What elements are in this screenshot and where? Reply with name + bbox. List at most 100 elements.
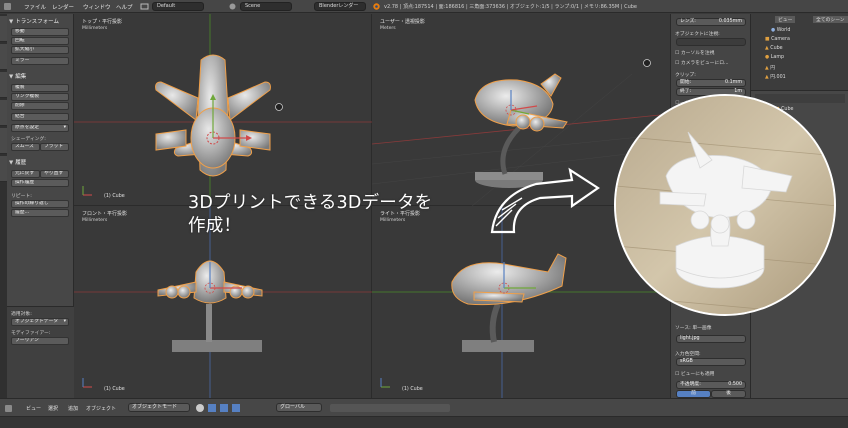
tab-tools[interactable] [0, 16, 7, 42]
apply-target-select[interactable]: オブジェクトデータ ▾ [11, 318, 69, 326]
outliner-item-cube[interactable]: ▲ Cube [765, 46, 783, 51]
mirror-button[interactable]: ミラー [11, 57, 69, 65]
scene-icon[interactable] [228, 2, 237, 11]
printed-model-photo [614, 94, 836, 316]
repeat-last-button[interactable]: 操作の繰り返し [11, 200, 69, 208]
tab-physics[interactable] [0, 128, 7, 154]
menu-object[interactable]: オブジェクト [86, 405, 116, 412]
tab-all-scenes[interactable]: 全てのシーン [813, 16, 848, 23]
redo-button[interactable]: やり直す [40, 170, 69, 178]
viewport-top-ortho[interactable]: トップ・平行投影 Millimeters (1) Cube [74, 14, 372, 206]
menu-add[interactable]: 追加 [68, 405, 78, 412]
opacity-field[interactable]: 不透明度: 0.500 [676, 381, 746, 389]
source-label: ソース: 単一画像 [675, 326, 712, 331]
shading-label: シェーディング: [11, 137, 46, 142]
view-as-render-checkbox[interactable]: ☐ ビューにも適用 [675, 370, 714, 377]
history-panel-header[interactable]: ▼ 履歴 [9, 158, 72, 166]
outliner-item-lamp[interactable]: ● Lamp [765, 55, 784, 60]
undo-history-button[interactable]: 操作履歴 [11, 179, 69, 187]
mode-select[interactable]: オブジェクトモード [128, 403, 190, 412]
viewport-title: トップ・平行投影 [82, 19, 123, 25]
caption-line-1: 3Dプリントできる3Dデータを [188, 193, 433, 213]
timeline[interactable] [0, 416, 848, 428]
pivot-icon[interactable] [208, 404, 216, 412]
join-button[interactable]: 結合 [11, 113, 69, 121]
caption-line-2: 作成！ [188, 216, 242, 236]
top-menu-bar: ファイル レンダー ウィンドウ ヘルプ Default Scene Blende… [0, 0, 848, 13]
lamp-icon[interactable] [642, 58, 652, 68]
layer-buttons[interactable] [330, 404, 450, 412]
viewport-units: Meters [380, 26, 396, 31]
edit-panel-header[interactable]: ▼ 編集 [9, 72, 72, 80]
lock-camera-checkbox[interactable]: ☐ カメラをビューにロ... [675, 59, 729, 66]
viewport-units: Millimeters [82, 218, 108, 223]
outliner-item-world[interactable]: ● World [771, 28, 790, 33]
translate-icon[interactable] [232, 404, 240, 412]
menu-render[interactable]: レンダー [52, 3, 74, 11]
duplicate-button[interactable]: 複製 [11, 84, 69, 92]
color-space-label: 入力色空間: [675, 352, 701, 357]
clip-start-field[interactable]: 開始: 0.1mm [676, 79, 746, 87]
outliner-item-camera[interactable]: ■ Camera [765, 37, 790, 42]
outliner-item-circle-001[interactable]: ▲ 円.001 [765, 73, 786, 80]
repeat-history-button[interactable]: 履歴... [11, 209, 69, 217]
lens-field[interactable]: レンズ: 0.035mm [676, 18, 746, 26]
manipulator-icon[interactable] [220, 404, 228, 412]
active-object-label: (1) Cube [104, 194, 125, 199]
move-button[interactable]: 移動 [11, 28, 69, 36]
transform-panel-header[interactable]: ▼ トランスフォーム [9, 17, 72, 25]
promo-caption: 3Dプリントできる3Dデータを 作成！ [188, 192, 432, 238]
render-engine-field[interactable]: Blenderレンダー [314, 2, 366, 11]
front-toggle[interactable]: 前 [676, 390, 711, 398]
lock-object-field[interactable] [676, 38, 746, 46]
scene-field[interactable]: Scene [240, 2, 292, 11]
tab-grease-pencil[interactable] [0, 156, 7, 182]
image-file-field[interactable]: light.jpg [676, 335, 746, 343]
info-editor-icon[interactable] [3, 2, 12, 11]
airplane-model-right[interactable] [444, 252, 574, 362]
active-object-label: (1) Cube [402, 387, 423, 392]
menu-help[interactable]: ヘルプ [116, 3, 133, 11]
lock-cursor-checkbox[interactable]: ☐ カーソルを注視 [675, 49, 714, 56]
blender-logo-icon [373, 3, 380, 10]
shading-buttons[interactable] [196, 404, 256, 412]
outliner-item-circle[interactable]: ▲ 円 [765, 64, 775, 71]
menu-window[interactable]: ウィンドウ [83, 3, 111, 11]
tab-view-layer[interactable]: ビュー [775, 16, 796, 23]
editor-type-icon[interactable] [4, 404, 13, 413]
world-icon: ● [771, 28, 776, 33]
menu-file[interactable]: ファイル [24, 3, 46, 11]
axis-gizmo-icon [82, 186, 92, 196]
viewport-header: ビュー 選択 追加 オブジェクト オブジェクトモード グローバル [0, 398, 848, 416]
delete-button[interactable]: 削除 [11, 102, 69, 110]
airplane-model-front[interactable] [150, 252, 280, 362]
orientation-select[interactable]: グローバル [276, 403, 322, 412]
scale-button[interactable]: 拡大縮小 [11, 46, 69, 54]
duplicate-linked-button[interactable]: リンク複製 [11, 93, 69, 101]
color-space-select[interactable]: sRGB [676, 358, 746, 366]
apply-target-label: 適用対象: [11, 312, 32, 317]
tab-relations[interactable] [0, 72, 7, 98]
shade-smooth-button[interactable]: スムーズ [11, 143, 40, 151]
shade-flat-button[interactable]: フラット [40, 143, 69, 151]
tab-create[interactable] [0, 44, 7, 70]
properties-tabs[interactable] [755, 94, 845, 103]
viewport-title: フロント・平行投影 [82, 211, 128, 217]
menu-view[interactable]: ビュー [26, 405, 41, 412]
airplane-model-top[interactable] [146, 50, 276, 190]
back-toggle[interactable]: 後 [711, 390, 746, 398]
screen-layout-icon[interactable] [140, 2, 149, 11]
menu-select[interactable]: 選択 [48, 405, 58, 412]
chevron-down-icon: ▾ [63, 125, 66, 130]
set-origin-select[interactable]: 原点を設定 ▾ [11, 124, 69, 132]
scene-stats: v2.78 | 頂点:187514 | 面:186816 | 三角面:37363… [384, 4, 637, 10]
viewport-shading-icon[interactable] [196, 404, 204, 412]
lamp-icon[interactable] [274, 102, 284, 112]
printed-model-photo-drawing [616, 96, 834, 314]
undo-button[interactable]: 元に戻す [11, 170, 40, 178]
rotate-button[interactable]: 回転 [11, 37, 69, 45]
layout-field[interactable]: Default [152, 2, 204, 11]
boolean-modifier-button[interactable]: ブーリアン [11, 337, 69, 345]
tab-animation[interactable] [0, 100, 7, 126]
curved-arrow-icon [490, 167, 600, 234]
